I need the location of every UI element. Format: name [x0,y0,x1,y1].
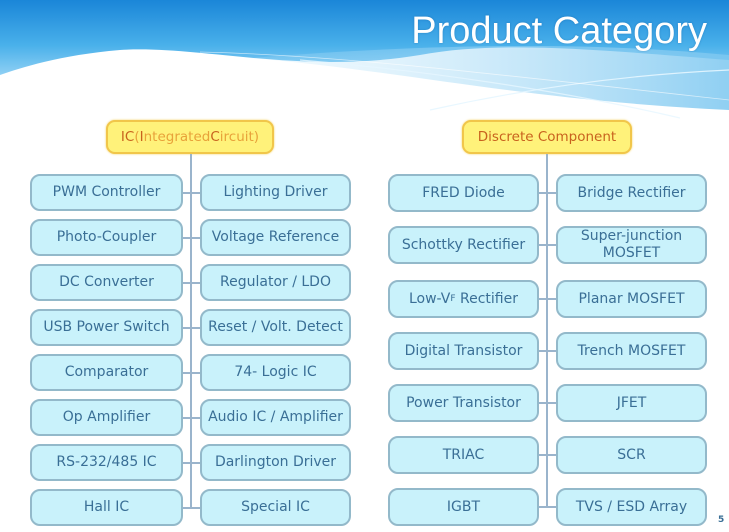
discrete-item[interactable]: IGBT [388,488,539,526]
connector-line [183,461,200,464]
discrete-item[interactable]: TVS / ESD Array [556,488,707,526]
ic-trunk-line [190,154,192,508]
ic-header-word1: ntegrated [143,129,211,145]
discrete-item[interactable]: FRED Diode [388,174,539,212]
ic-item[interactable]: DC Converter [30,264,183,301]
ic-item[interactable]: Op Amplifier [30,399,183,436]
connector-line [539,402,556,404]
ic-item[interactable]: Regulator / LDO [200,264,351,301]
discrete-item[interactable]: TRIAC [388,436,539,474]
connector-line [183,326,200,329]
discrete-category-header: Discrete Component [462,120,632,154]
ic-item[interactable]: Voltage Reference [200,219,351,256]
connector-line [183,191,200,194]
ic-item[interactable]: PWM Controller [30,174,183,211]
ic-header-word2: ircuit [219,129,254,145]
discrete-item[interactable]: Digital Transistor [388,332,539,370]
discrete-item[interactable]: Super-junction MOSFET [556,226,707,264]
connector-line [183,371,200,374]
connector-line [183,506,200,509]
superjunction-line1: Super-junction [580,228,683,244]
connector-line [539,350,556,352]
discrete-item[interactable]: Trench MOSFET [556,332,707,370]
ic-item[interactable]: 74- Logic IC [200,354,351,391]
ic-item[interactable]: Hall IC [30,489,183,526]
ic-header-abbr: IC [120,129,135,145]
connector-line [539,506,556,508]
connector-line [183,236,200,239]
page-title: Product Category [411,10,707,52]
discrete-item[interactable]: Planar MOSFET [556,280,707,318]
discrete-item[interactable]: Power Transistor [388,384,539,422]
connector-line [183,416,200,419]
connector-line [539,192,556,194]
connector-line [539,454,556,456]
ic-item[interactable]: Special IC [200,489,351,526]
discrete-item[interactable]: Schottky Rectifier [388,226,539,264]
ic-item[interactable]: USB Power Switch [30,309,183,346]
ic-item[interactable]: Audio IC / Amplifier [200,399,351,436]
ic-header-paren-close: ) [253,129,260,145]
ic-item[interactable]: Reset / Volt. Detect [200,309,351,346]
ic-category-header: IC (Integrated Circuit) [106,120,274,154]
ic-item[interactable]: Comparator [30,354,183,391]
connector-line [539,298,556,300]
low-vf-suffix: Rectifier [455,290,518,307]
connector-line [539,244,556,246]
discrete-item[interactable]: JFET [556,384,707,422]
discrete-item[interactable]: SCR [556,436,707,474]
ic-item[interactable]: Lighting Driver [200,174,351,211]
ic-item[interactable]: Darlington Driver [200,444,351,481]
discrete-item[interactable]: Bridge Rectifier [556,174,707,212]
page-number: 5 [718,515,725,525]
ic-item[interactable]: Photo-Coupler [30,219,183,256]
discrete-item[interactable]: Low-V F Rectifier [388,280,539,318]
low-vf-prefix: Low-V [408,290,451,307]
superjunction-line2: MOSFET [602,245,661,261]
ic-header-letter-c: C [210,129,220,145]
ic-item[interactable]: RS-232/485 IC [30,444,183,481]
connector-line [183,281,200,284]
